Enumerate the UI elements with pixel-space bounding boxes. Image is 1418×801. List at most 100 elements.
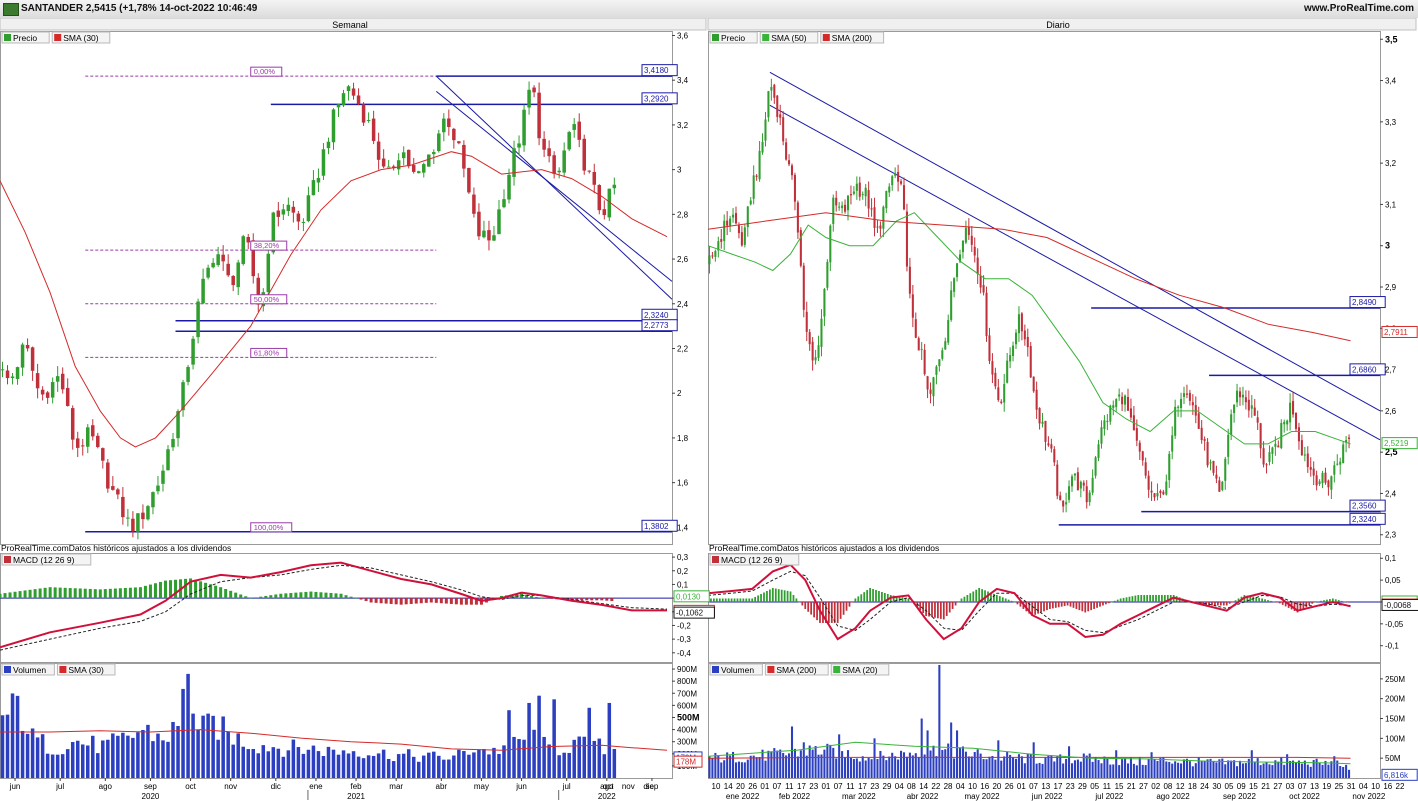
weekly-candle-body — [35, 373, 40, 389]
daily-candle-body — [1230, 414, 1233, 435]
weekly-candle-body — [55, 376, 60, 382]
daily-value-tag: 2,7911 — [1384, 328, 1408, 337]
daily-macd-hist-bar — [966, 594, 969, 602]
daily-candle-body — [841, 205, 844, 208]
weekly-macd-hist-bar — [118, 588, 122, 599]
weekly-volume-bar — [422, 755, 426, 778]
daily-candle-body — [1180, 398, 1183, 409]
weekly-macd-hist-bar — [259, 596, 263, 599]
weekly-candle-body — [30, 347, 35, 371]
daily-x-label: 17 — [858, 782, 867, 791]
daily-candle-body — [1156, 492, 1159, 497]
daily-volume-bar — [885, 760, 888, 778]
daily-volume-bar — [985, 759, 988, 778]
weekly-candle-body — [587, 170, 592, 172]
daily-candle-body — [1215, 474, 1218, 479]
daily-candle-body — [932, 377, 935, 397]
daily-volume-bar — [1132, 763, 1135, 778]
daily-macd-hist-bar — [951, 601, 954, 609]
daily-volume-bar — [920, 718, 923, 778]
weekly-x-label: jun — [9, 782, 21, 791]
weekly-x-label: nov — [622, 782, 635, 791]
weekly-macd-value-tag: -0,1062 — [676, 609, 704, 618]
weekly-candle-body — [557, 170, 561, 173]
weekly-volume-bar — [597, 738, 602, 778]
daily-candle-body — [1059, 495, 1062, 501]
daily-candle-body — [1233, 404, 1236, 414]
weekly-volume-bar — [447, 759, 451, 778]
weekly-macd-hist-bar — [163, 580, 167, 599]
daily-volume-bar — [1324, 760, 1327, 778]
weekly-macd-hist-bar — [449, 598, 453, 604]
weekly-volume-value-tag: 178M — [676, 758, 696, 767]
daily-candle-body — [1342, 444, 1345, 464]
daily-candle-body — [711, 255, 714, 257]
chart-area[interactable]: Semanal Diario ProRealTime.comDatos histór… — [0, 18, 1418, 801]
weekly-macd-hist-bar — [148, 584, 152, 599]
daily-candle-body — [1017, 314, 1020, 334]
daily-macd-hist-bar — [857, 596, 860, 602]
weekly-macd-hist-bar — [409, 598, 413, 604]
weekly-volume-bar — [106, 739, 110, 778]
daily-macd-hist-bar — [1001, 597, 1004, 602]
daily-volume-bar — [1212, 761, 1215, 778]
weekly-volume-bar — [20, 730, 25, 778]
daily-macd-hist-bar — [730, 598, 733, 602]
daily-macd-hist-bar — [1217, 601, 1219, 606]
weekly-volume-bar — [457, 749, 461, 778]
weekly-macd-hist-bar — [464, 598, 468, 605]
weekly-volume-bar — [231, 744, 235, 778]
weekly-volume-bar — [25, 733, 30, 778]
site-url[interactable]: www.ProRealTime.com — [1304, 3, 1414, 14]
daily-volume-bar — [1097, 760, 1100, 778]
weekly-macd-hist-bar — [234, 592, 238, 599]
weekly-macd-hist-bar — [23, 590, 27, 599]
weekly-macd-hist-bar — [133, 587, 137, 599]
daily-candle-body — [1256, 417, 1259, 423]
daily-candle-body — [1247, 399, 1250, 411]
app-logo — [3, 3, 19, 16]
weekly-macd-hist-bar — [219, 587, 223, 599]
weekly-macd-hist-bar — [444, 598, 448, 604]
daily-macd-hist-bar — [878, 590, 880, 602]
daily-candle-body — [755, 175, 758, 177]
daily-candle-body — [1203, 439, 1206, 441]
daily-candle-body — [829, 225, 832, 263]
daily-volume-bar — [1271, 765, 1274, 778]
weekly-macd-hist-bar — [319, 592, 323, 599]
daily-x-label: 11 — [785, 782, 794, 791]
daily-volume-bar — [711, 757, 714, 778]
daily-volume-bar — [764, 760, 767, 778]
daily-macd-hist-bar — [771, 587, 774, 602]
daily-macd-hist-bar — [1143, 594, 1146, 602]
daily-x-label: 31 — [1347, 782, 1356, 791]
daily-candle-body — [979, 275, 982, 288]
daily-x-label: 27 — [1273, 782, 1282, 791]
daily-volume-bar — [1259, 765, 1262, 778]
daily-candle-body — [1079, 481, 1082, 489]
daily-macd-hist-bar — [1158, 594, 1160, 602]
daily-candle-body — [835, 197, 838, 206]
daily-macd-hist-bar — [798, 601, 801, 603]
weekly-candle-body — [101, 448, 105, 461]
support-line-label: 2,2773 — [644, 321, 669, 330]
daily-volume-bar — [1050, 755, 1053, 778]
weekly-candle-body — [5, 370, 10, 379]
daily-volume-bar — [1250, 750, 1253, 778]
weekly-candle-body — [527, 89, 531, 108]
daily-candle-body — [1047, 443, 1050, 446]
weekly-volume-bar — [296, 747, 301, 778]
daily-x-label: 07 — [834, 782, 843, 791]
weekly-candle-body — [522, 109, 526, 146]
weekly-candle-body — [427, 154, 431, 167]
weekly-macd-hist-bar — [98, 589, 102, 599]
weekly-volume-axis-tick-label: 300M — [677, 738, 697, 747]
daily-candle-body — [729, 218, 732, 226]
support-line-label: 3,2920 — [644, 94, 669, 103]
weekly-candle-body — [196, 301, 200, 338]
daily-dividend-note: ProRealTime.comDatos históricos ajustado… — [709, 543, 939, 553]
daily-macd-hist-bar — [1137, 594, 1140, 602]
daily-candle-body — [867, 190, 870, 209]
daily-candle-body — [1209, 462, 1212, 464]
weekly-volume-bar — [221, 716, 225, 778]
